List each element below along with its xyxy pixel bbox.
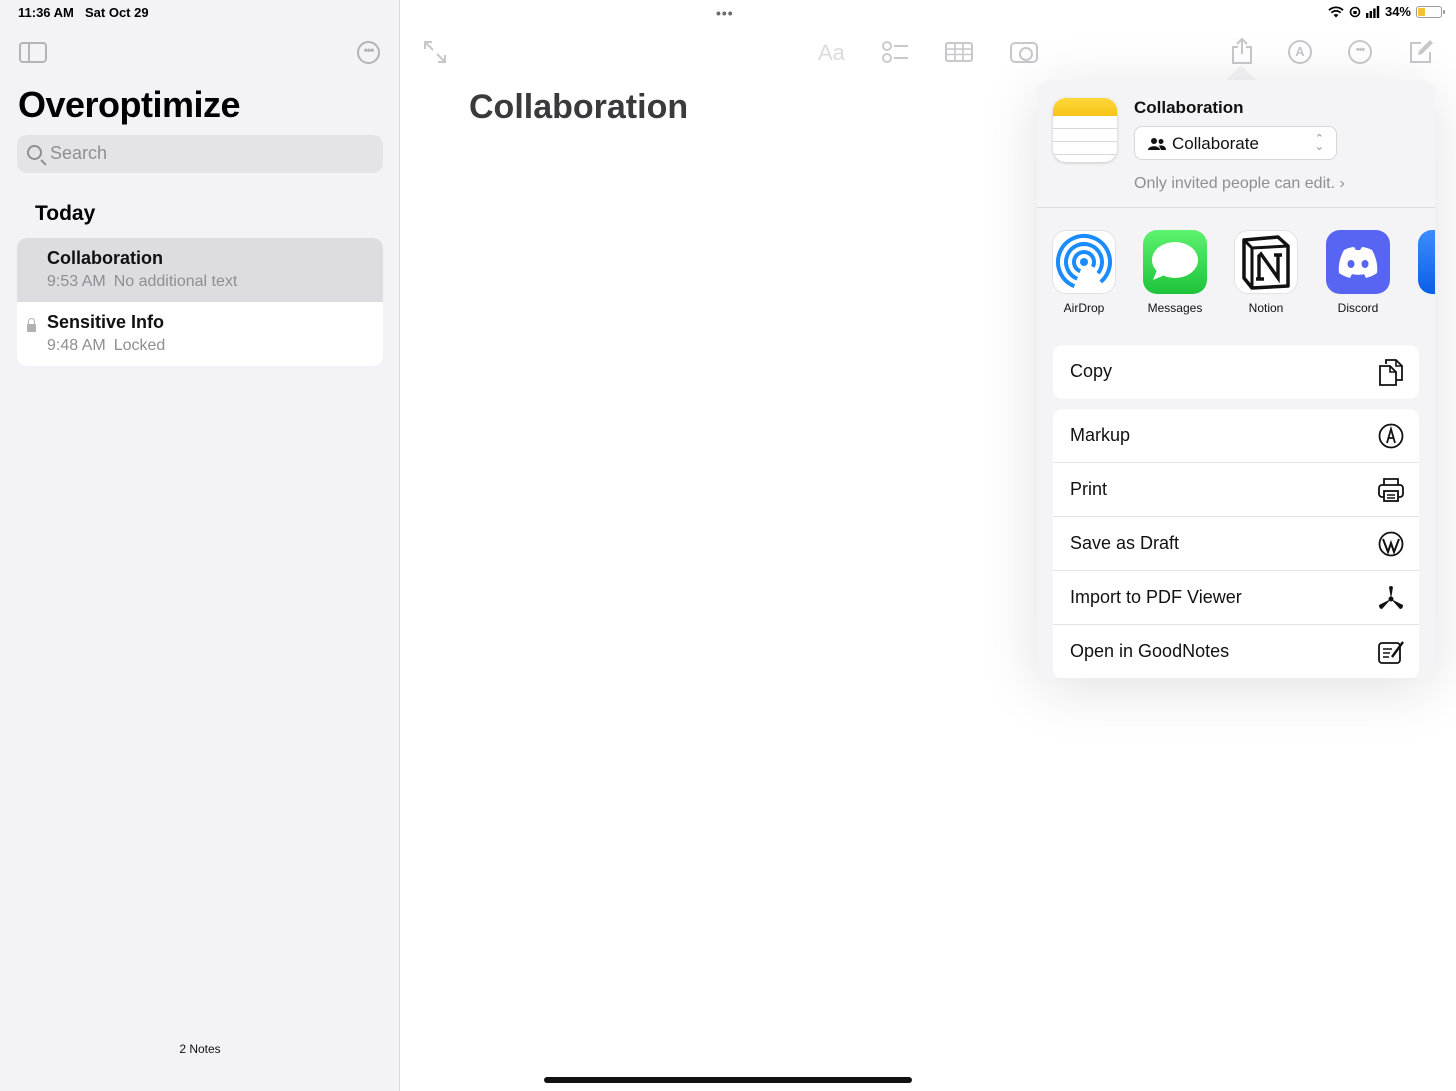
chevron-right-icon: ›: [1339, 175, 1345, 192]
app-store-icon: [1418, 230, 1435, 294]
share-app-discord[interactable]: Discord: [1321, 230, 1395, 315]
home-indicator[interactable]: [544, 1077, 912, 1083]
battery-icon: [1416, 5, 1445, 18]
note-preview: Locked: [113, 337, 166, 354]
action-open-in-goodnotes[interactable]: Open in GoodNotes: [1053, 625, 1419, 678]
action-label: Print: [1070, 479, 1108, 499]
people-icon: [1148, 138, 1166, 150]
action-group-primary: Copy: [1053, 345, 1419, 399]
sidebar-more-icon[interactable]: •••: [357, 41, 380, 64]
battery-percent: 34%: [1384, 4, 1411, 19]
action-markup[interactable]: Markup: [1053, 409, 1419, 463]
action-label: Import to PDF Viewer: [1070, 587, 1242, 607]
status-bar: 11:36 AM Sat Oct 29 ••• 34%: [0, 0, 1456, 26]
notes-app-icon: [1053, 98, 1117, 162]
status-time: 11:36 AM: [18, 5, 74, 20]
lock-icon: [27, 318, 36, 332]
app-label: Messages: [1147, 301, 1203, 315]
app-label: Notion: [1248, 301, 1284, 315]
share-app-next[interactable]: S: [1413, 230, 1435, 315]
note-preview: No additional text: [113, 273, 238, 290]
airdrop-icon: [1052, 230, 1116, 294]
action-group-secondary: Markup Print Save as Draft Import to PDF…: [1053, 409, 1419, 678]
share-icon[interactable]: [1231, 38, 1253, 65]
share-app-messages[interactable]: Messages: [1138, 230, 1212, 315]
note-row-collaboration[interactable]: Collaboration 9:53 AM No additional text: [17, 238, 383, 302]
action-label: Copy: [1070, 361, 1113, 381]
camera-icon[interactable]: [1010, 42, 1038, 63]
action-save-as-draft[interactable]: Save as Draft: [1053, 517, 1419, 571]
action-label: Markup: [1070, 425, 1131, 445]
checklist-icon[interactable]: [882, 41, 909, 63]
table-icon[interactable]: [945, 42, 973, 62]
markup-icon: [1378, 423, 1404, 449]
share-sheet: Collaboration Collaborate ⌃ ⌄ Only invite…: [1037, 80, 1435, 678]
more-icon[interactable]: •••: [1348, 40, 1372, 64]
app-label: Discord: [1337, 301, 1379, 315]
wifi-icon: [1328, 5, 1344, 17]
pdf-viewer-icon: [1379, 586, 1403, 609]
battery-level: [1418, 7, 1426, 16]
compose-icon[interactable]: [1409, 40, 1433, 64]
note-subtitle: 9:48 AM Locked: [47, 337, 353, 355]
app-label: AirDrop: [1063, 301, 1105, 315]
action-copy[interactable]: Copy: [1053, 345, 1419, 399]
share-app-notion[interactable]: Notion: [1229, 230, 1303, 315]
signal-icon: [1365, 5, 1380, 18]
note-time: 9:53 AM: [47, 273, 106, 290]
note-row-sensitive-info[interactable]: Sensitive Info 9:48 AM Locked: [17, 302, 383, 366]
section-header-today: Today: [35, 202, 96, 225]
action-label: Save as Draft: [1070, 533, 1180, 553]
note-time: 9:48 AM: [47, 337, 106, 354]
notes-list: Collaboration 9:53 AM No additional text …: [17, 238, 383, 366]
action-import-to-pdf-viewer[interactable]: Import to PDF Viewer: [1053, 571, 1419, 625]
note-heading[interactable]: Collaboration: [469, 88, 688, 127]
status-icons: 34%: [1328, 4, 1445, 19]
share-app-airdrop[interactable]: AirDrop: [1047, 230, 1121, 315]
share-header: Collaboration Collaborate ⌃ ⌄ Only invite…: [1037, 80, 1435, 208]
copy-icon: [1379, 359, 1403, 386]
note-title: Sensitive Info: [47, 312, 165, 332]
notes-count: 2 Notes: [179, 1042, 221, 1056]
sidebar-toggle-icon[interactable]: [19, 42, 47, 63]
multitasking-dots[interactable]: •••: [716, 5, 734, 21]
notion-icon: [1234, 230, 1298, 294]
permission-link[interactable]: Only invited people can edit. ›: [1134, 175, 1345, 193]
search-icon: [27, 145, 42, 160]
print-icon: [1378, 478, 1404, 502]
share-title: Collaboration: [1134, 98, 1244, 117]
share-app-row: AirDrop Messages Notion Discord: [1037, 230, 1435, 320]
note-title: Collaboration: [47, 248, 163, 268]
discord-icon: [1326, 230, 1390, 294]
folder-title: Overoptimize: [18, 84, 241, 125]
messages-icon: [1143, 230, 1207, 294]
format-text-icon[interactable]: Aa: [818, 40, 845, 66]
goodnotes-icon: [1378, 641, 1404, 664]
wordpress-icon: [1378, 531, 1404, 557]
action-label: Open in GoodNotes: [1070, 641, 1230, 661]
note-subtitle: 9:53 AM No additional text: [47, 273, 353, 291]
status-date: Sat Oct 29: [85, 5, 149, 20]
chevron-up-down-icon: ⌃ ⌄: [1314, 133, 1324, 153]
orientation-lock-icon: [1349, 6, 1361, 17]
search-input[interactable]: [50, 143, 370, 164]
search-field[interactable]: [17, 135, 383, 173]
app-label: S: [1413, 301, 1435, 315]
collaborate-label: Collaborate: [1172, 134, 1259, 153]
action-print[interactable]: Print: [1053, 463, 1419, 517]
notes-sidebar: ••• Overoptimize Today Collaboration 9:5…: [0, 0, 400, 1091]
permission-text: Only invited people can edit.: [1134, 175, 1336, 192]
expand-icon[interactable]: [423, 40, 447, 64]
markup-icon[interactable]: A: [1288, 40, 1312, 64]
collaborate-select[interactable]: Collaborate ⌃ ⌄: [1134, 126, 1337, 160]
